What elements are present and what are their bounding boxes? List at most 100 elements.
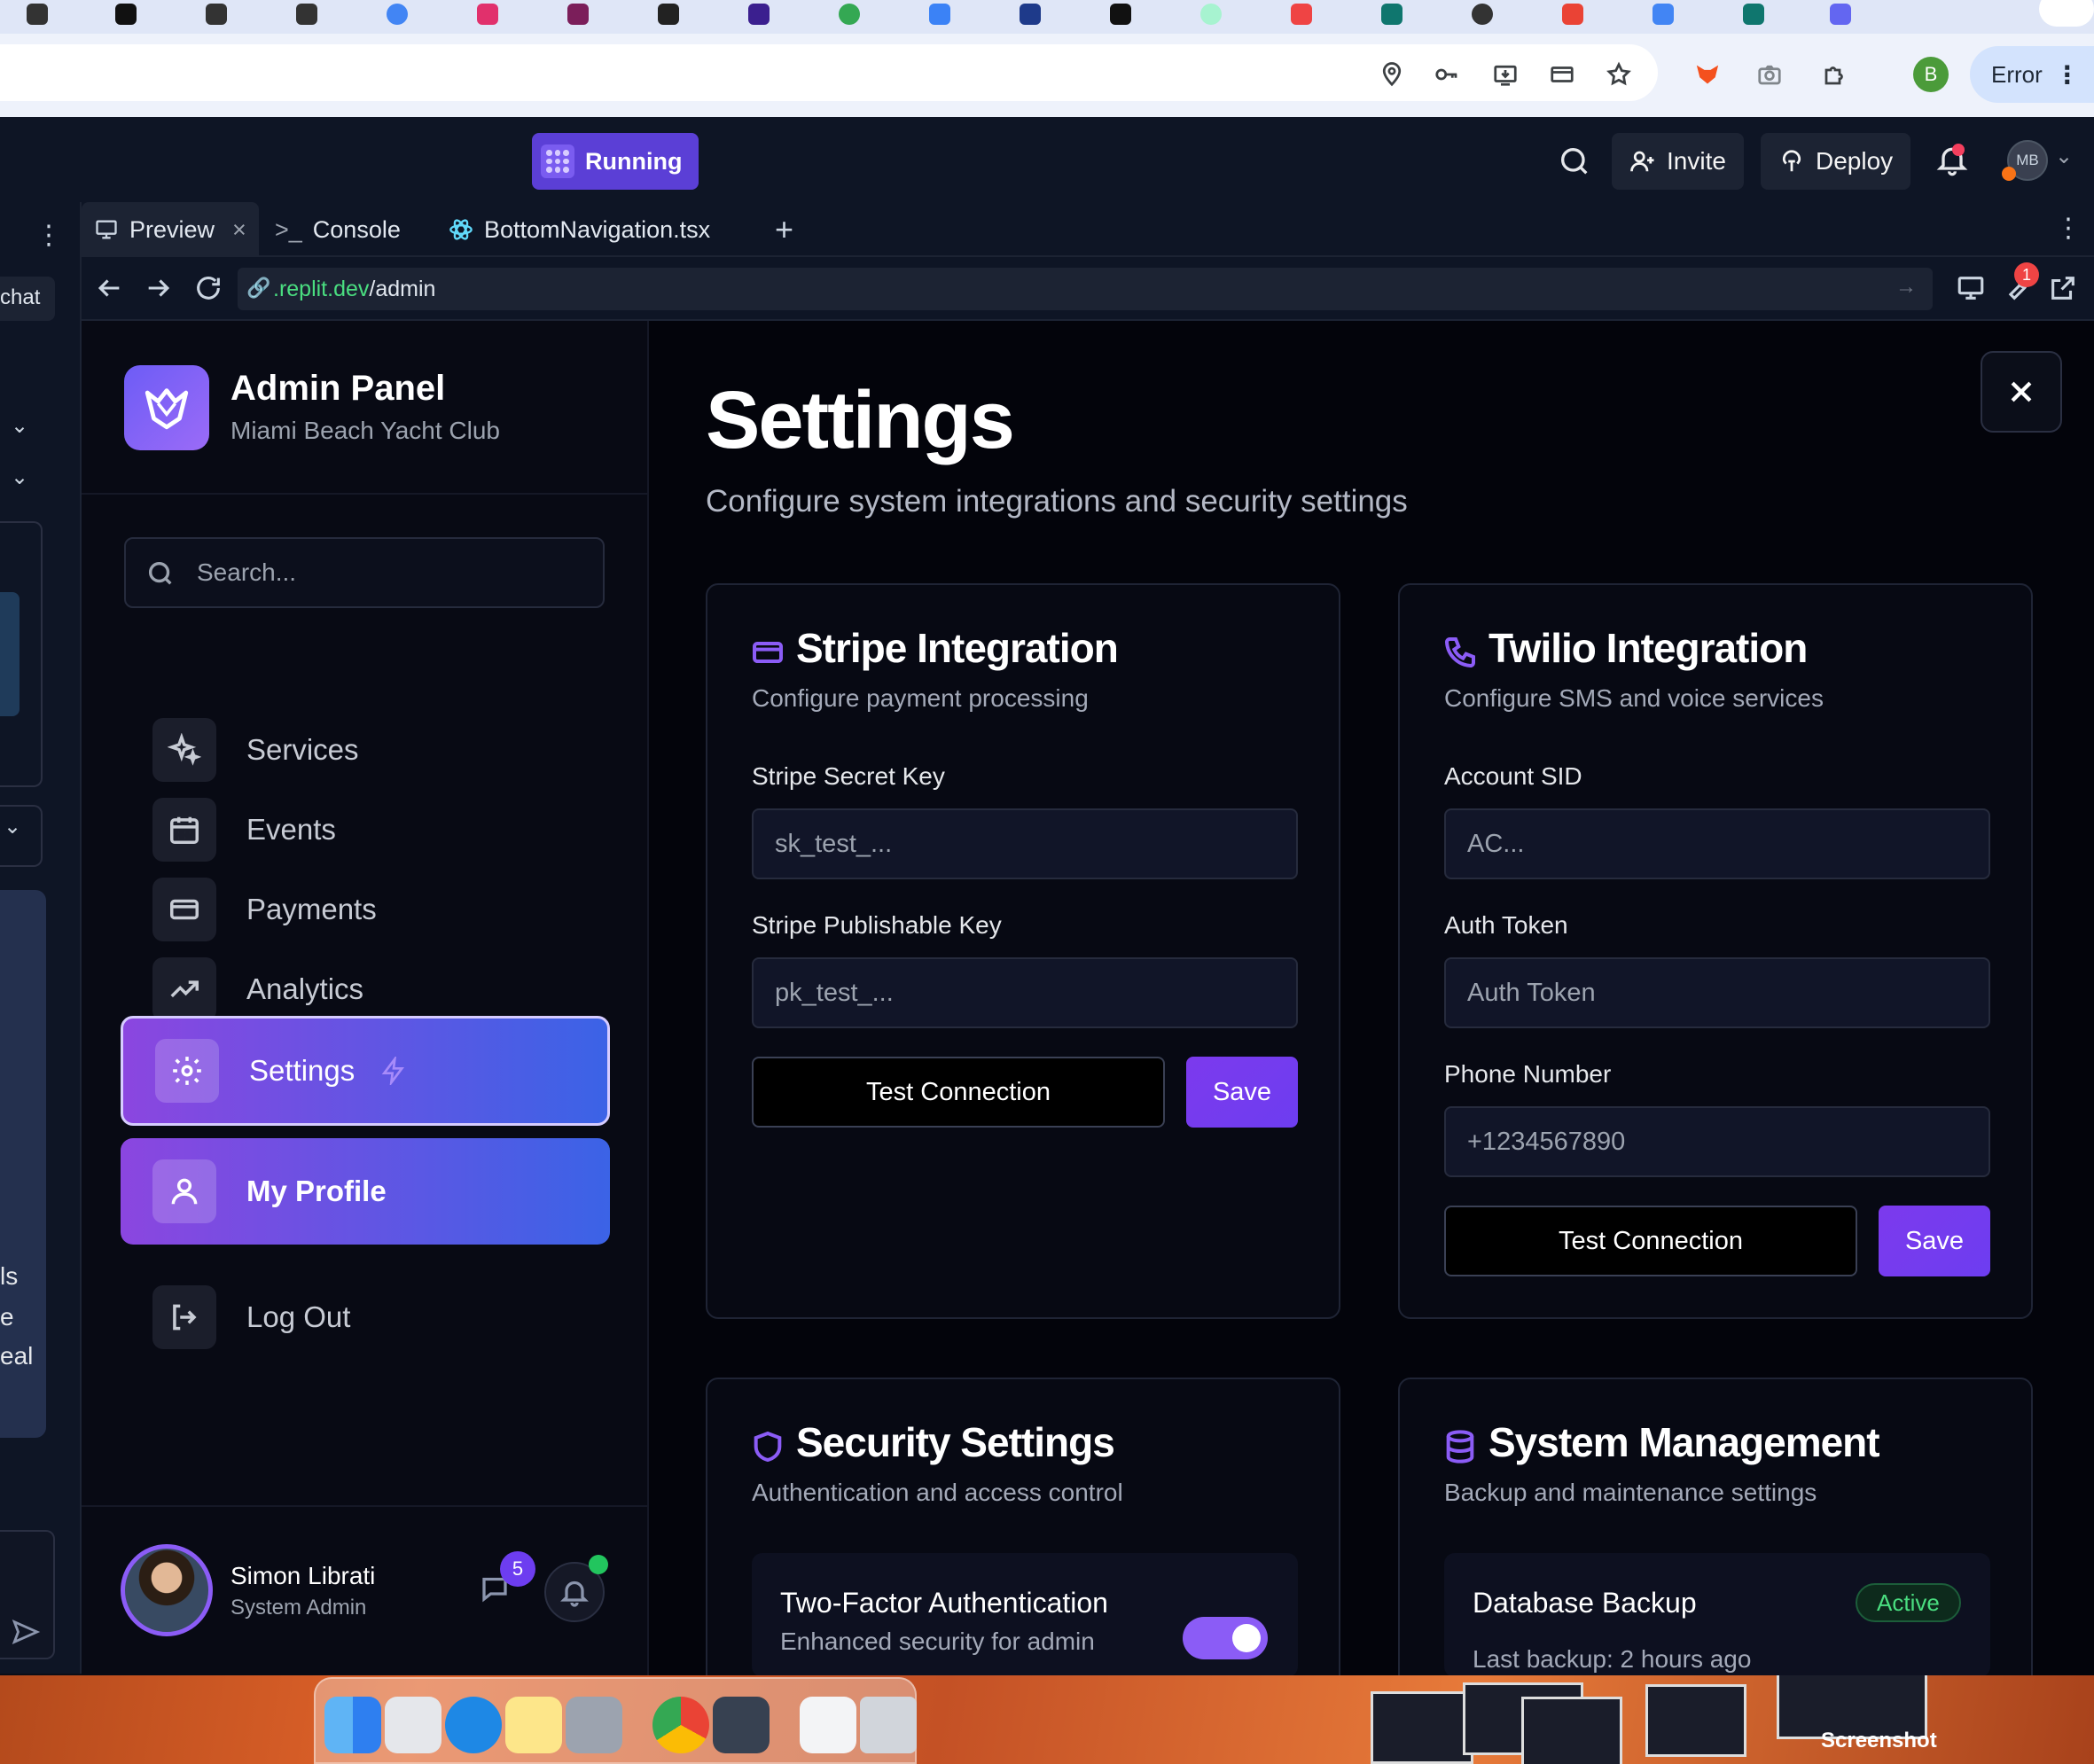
run-button[interactable]: Running — [532, 133, 699, 190]
invite-label: Invite — [1667, 147, 1726, 175]
replit-header: Running Invite Deploy MB ⌄ — [0, 117, 2094, 202]
tab-favicon[interactable] — [1110, 4, 1131, 25]
sidebar-search-input[interactable]: Search... — [124, 537, 605, 608]
chevron-down-icon[interactable]: ⌄ — [11, 413, 28, 439]
tab-favicon[interactable] — [1020, 4, 1041, 25]
profile-avatar[interactable]: B — [1913, 57, 1949, 92]
save-button[interactable]: Save — [1879, 1206, 1990, 1276]
back-arrow-icon[interactable] — [94, 273, 124, 303]
tab-favicon[interactable] — [115, 4, 137, 25]
refresh-icon[interactable] — [193, 273, 223, 303]
launchpad-icon[interactable] — [385, 1697, 441, 1753]
sidebar-item-settings[interactable]: Settings — [121, 1016, 610, 1126]
save-button[interactable]: Save — [1186, 1057, 1298, 1128]
send-icon[interactable] — [11, 1617, 41, 1647]
tab-favicon[interactable] — [1200, 4, 1222, 25]
chrome-icon[interactable] — [652, 1697, 709, 1753]
more-vert-icon[interactable]: ⋮ — [2055, 213, 2082, 244]
tab-favicon[interactable] — [567, 4, 589, 25]
tab-favicon[interactable] — [748, 4, 770, 25]
key-icon[interactable] — [1431, 59, 1463, 90]
card-icon[interactable] — [1546, 59, 1578, 90]
puzzle-icon[interactable] — [1819, 59, 1851, 90]
page-title: Settings — [706, 375, 1015, 465]
chat-tab[interactable]: chat — [0, 277, 55, 321]
forward-arrow-icon[interactable] — [144, 273, 174, 303]
chevron-down-icon[interactable]: ⌄ — [4, 814, 21, 839]
tab-favicon[interactable] — [477, 4, 498, 25]
browser-toolbar: B Error ⋮ — [0, 34, 2094, 117]
phone-number-input[interactable]: +1234567890 — [1444, 1106, 1990, 1177]
test-connection-button[interactable]: Test Connection — [1444, 1206, 1857, 1276]
tab-file[interactable]: BottomNavigation.tsx — [436, 202, 723, 257]
deploy-button[interactable]: Deploy — [1761, 133, 1911, 190]
omnibox[interactable] — [0, 44, 1658, 101]
thumbnail-image — [0, 592, 20, 716]
chat-snippet: eal — [0, 1342, 34, 1370]
chevron-down-icon[interactable]: ⌄ — [2055, 144, 2073, 169]
test-connection-button[interactable]: Test Connection — [752, 1057, 1165, 1128]
tab-favicon[interactable] — [387, 4, 408, 25]
quicktime-icon[interactable] — [713, 1697, 770, 1753]
sidebar-item-my-profile[interactable]: My Profile — [121, 1138, 610, 1245]
database-backup-row: Database Backup Active Last backup: 2 ho… — [1444, 1553, 1990, 1675]
open-new-tab-icon[interactable] — [2048, 273, 2078, 303]
tab-favicon[interactable] — [1743, 4, 1764, 25]
window-thumbnail[interactable] — [1521, 1697, 1622, 1764]
browser-tab-strip — [0, 0, 2094, 34]
sidebar-item-log-out[interactable]: Log Out — [121, 1264, 610, 1370]
tab-favicon[interactable] — [206, 4, 227, 25]
go-arrow-icon[interactable]: → — [1895, 275, 1917, 300]
window-thumbnail[interactable] — [1371, 1691, 1473, 1764]
finder-icon[interactable] — [324, 1697, 381, 1753]
tab-favicon[interactable] — [1653, 4, 1674, 25]
safari-icon[interactable] — [445, 1697, 502, 1753]
tab-favicon[interactable] — [27, 4, 48, 25]
auth-token-input[interactable]: Auth Token — [1444, 957, 1990, 1028]
window-control[interactable] — [2039, 0, 2094, 27]
account-sid-input[interactable]: AC... — [1444, 808, 1990, 879]
tab-favicon[interactable] — [1830, 4, 1851, 25]
brand-subtitle: Miami Beach Yacht Club — [230, 417, 500, 444]
tab-favicon[interactable] — [1472, 4, 1493, 25]
chevron-down-icon[interactable]: ⌄ — [11, 464, 28, 490]
two-factor-toggle[interactable] — [1183, 1617, 1268, 1659]
window-thumbnail[interactable] — [1645, 1684, 1746, 1757]
camera-icon[interactable] — [1754, 59, 1785, 90]
trash-icon[interactable] — [860, 1697, 917, 1753]
device-preview-icon[interactable] — [1956, 273, 1986, 303]
tab-favicon[interactable] — [1291, 4, 1312, 25]
add-tab-icon[interactable]: + — [775, 211, 793, 248]
document-icon[interactable] — [800, 1697, 856, 1753]
stripe-publishable-key-input[interactable]: pk_test_... — [752, 957, 1298, 1028]
tab-console[interactable]: >_ Console — [262, 202, 413, 257]
tab-favicon[interactable] — [296, 4, 317, 25]
preview-app-icon[interactable] — [566, 1697, 622, 1753]
install-icon[interactable] — [1489, 59, 1521, 90]
avatar[interactable] — [121, 1544, 213, 1636]
two-factor-row: Two-Factor Authentication Enhanced secur… — [752, 1553, 1298, 1675]
browser-error-button[interactable]: Error ⋮ — [1970, 46, 2094, 103]
location-pin-icon[interactable] — [1376, 59, 1408, 90]
card-subtitle: Configure payment processing — [752, 684, 1089, 712]
replit-left-pane: ⋮ chat ⌄ ⌄ ⌄ ls e eal — [0, 202, 82, 1674]
more-vert-icon[interactable]: ⋮ — [35, 220, 62, 251]
brand-logo — [124, 365, 209, 450]
online-status-dot — [589, 1555, 608, 1574]
extension-fox-icon[interactable] — [1692, 59, 1723, 90]
stripe-secret-key-input[interactable]: sk_test_... — [752, 808, 1298, 879]
preview-url-input[interactable]: 🔗 .replit.dev/admin → — [238, 268, 1933, 310]
search-icon[interactable] — [1557, 144, 1592, 179]
tab-favicon[interactable] — [658, 4, 679, 25]
tab-favicon[interactable] — [839, 4, 860, 25]
tab-favicon[interactable] — [1381, 4, 1403, 25]
star-icon[interactable] — [1603, 59, 1635, 90]
invite-button[interactable]: Invite — [1612, 133, 1744, 190]
tab-favicon[interactable] — [1562, 4, 1583, 25]
close-button[interactable] — [1981, 351, 2062, 433]
tab-favicon[interactable] — [929, 4, 950, 25]
tab-preview[interactable]: Preview × — [82, 202, 259, 257]
close-tab-icon[interactable]: × — [232, 216, 246, 244]
macos-dock-area: Screenshot — [0, 1675, 2094, 1764]
notes-icon[interactable] — [505, 1697, 562, 1753]
